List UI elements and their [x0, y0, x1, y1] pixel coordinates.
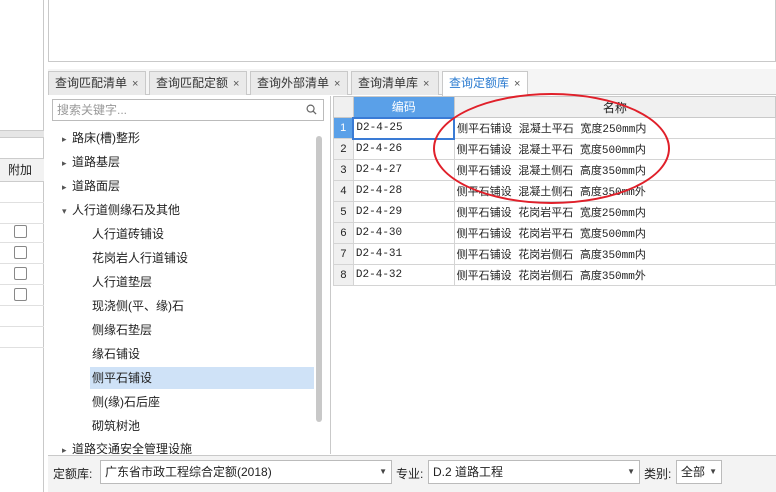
- close-icon[interactable]: ×: [132, 78, 138, 90]
- left-row: [0, 264, 44, 285]
- cell-name[interactable]: 侧平石铺设 混凝土平石 宽度500mm内: [453, 138, 776, 160]
- tree-leaf-curb-backing[interactable]: 侧(缘)石后座: [92, 391, 160, 413]
- left-row: [0, 306, 44, 327]
- cell-code[interactable]: D2-4-32: [352, 264, 455, 286]
- dropdown-caret-icon: ▼: [627, 467, 635, 476]
- left-row: [0, 285, 44, 306]
- major-select[interactable]: D.2 道路工程 ▼: [428, 460, 640, 484]
- tree-leaf-edging-laying[interactable]: 缘石铺设: [92, 343, 140, 365]
- column-header-code[interactable]: 编码: [352, 96, 455, 118]
- row-number: 8: [333, 264, 354, 286]
- column-header-addon: 附加: [0, 158, 44, 182]
- tree-scrollbar[interactable]: [316, 136, 322, 422]
- filter-footer: 定额库: 广东省市政工程综合定额(2018) ▼ 专业: D.2 道路工程 ▼ 类别…: [48, 455, 776, 492]
- tree-leaf-curb-flat-laying[interactable]: 侧平石铺设: [90, 367, 314, 389]
- cell-name[interactable]: 侧平石铺设 混凝土平石 宽度250mm内: [453, 117, 776, 139]
- tree-leaf-sidewalk-cushion[interactable]: 人行道垫层: [92, 271, 152, 293]
- major-label: 专业:: [396, 467, 424, 481]
- row-number: 1: [333, 117, 354, 139]
- cell-code[interactable]: D2-4-27: [352, 159, 455, 181]
- cell-code[interactable]: D2-4-30: [352, 222, 455, 244]
- close-icon[interactable]: ×: [514, 78, 520, 90]
- tree-node-traffic-safety[interactable]: ▸ 道路交通安全管理设施: [62, 439, 192, 454]
- tree-leaf-granite-sidewalk[interactable]: 花岗岩人行道铺设: [92, 247, 188, 269]
- left-row: [0, 222, 44, 243]
- table-row[interactable]: 5 D2-4-29 侧平石铺设 花岗岩平石 宽度250mm内: [333, 201, 776, 223]
- tree-leaf-cast-curb[interactable]: 现浇侧(平、缘)石: [92, 295, 184, 317]
- addon-checkbox[interactable]: [14, 267, 27, 280]
- tab-match-bill[interactable]: 查询匹配清单 ×: [48, 71, 146, 95]
- category-select[interactable]: 全部 ▼: [676, 460, 722, 484]
- tab-external-bill[interactable]: 查询外部清单 ×: [250, 71, 348, 95]
- table-row[interactable]: 6 D2-4-30 侧平石铺设 花岗岩平石 宽度500mm内: [333, 222, 776, 244]
- search-icon[interactable]: [306, 104, 317, 115]
- close-icon[interactable]: ×: [233, 78, 239, 90]
- quota-grid: 编码 名称 1 D2-4-25 侧平石铺设 混凝土平石 宽度250mm内 2 D2-4…: [333, 96, 776, 454]
- expand-arrow-icon[interactable]: ▸: [62, 128, 72, 150]
- close-icon[interactable]: ×: [423, 78, 429, 90]
- tree-node-subgrade-shaping[interactable]: ▸ 路床(槽)整形: [62, 127, 140, 149]
- row-number: 6: [333, 222, 354, 244]
- search-box: [52, 99, 324, 121]
- row-number: 7: [333, 243, 354, 265]
- row-number: 5: [333, 201, 354, 223]
- collapse-arrow-icon[interactable]: ▾: [62, 200, 72, 222]
- quota-tree-panel: ▸路床(槽)整形 ▸道路基层 ▸道路面层 ▾人行道侧缘石及其他 人行道砖铺设 花…: [48, 96, 331, 454]
- quota-table: 编码 名称 1 D2-4-25 侧平石铺设 混凝土平石 宽度250mm内 2 D2-4…: [333, 96, 776, 286]
- expand-arrow-icon[interactable]: ▸: [62, 440, 72, 454]
- cell-code[interactable]: D2-4-25: [352, 116, 456, 140]
- tab-match-quota[interactable]: 查询匹配定额 ×: [149, 71, 247, 95]
- cell-name[interactable]: 侧平石铺设 花岗岩侧石 高度350mm内: [453, 243, 776, 265]
- cell-code[interactable]: D2-4-28: [352, 180, 455, 202]
- cell-code[interactable]: D2-4-29: [352, 201, 455, 223]
- dropdown-caret-icon: ▼: [709, 467, 717, 476]
- column-header-name[interactable]: 名称: [453, 96, 776, 118]
- row-number: 4: [333, 180, 354, 202]
- table-row[interactable]: 1 D2-4-25 侧平石铺设 混凝土平石 宽度250mm内: [333, 116, 776, 140]
- tab-quota-library[interactable]: 查询定额库 ×: [442, 71, 528, 96]
- table-header-row: 编码 名称: [333, 96, 776, 118]
- tab-bill-library[interactable]: 查询清单库 ×: [351, 71, 439, 95]
- left-row: [0, 182, 44, 203]
- row-number-header: [333, 96, 354, 118]
- expand-arrow-icon[interactable]: ▸: [62, 152, 72, 174]
- tree-node-road-surface[interactable]: ▸ 道路面层: [62, 175, 120, 197]
- table-row[interactable]: 4 D2-4-28 侧平石铺设 混凝土侧石 高度350mm外: [333, 180, 776, 202]
- addon-checkbox[interactable]: [14, 288, 27, 301]
- left-row: [0, 327, 44, 348]
- left-panel-header-bar: [0, 130, 44, 138]
- row-number: 2: [333, 138, 354, 160]
- cell-name[interactable]: 侧平石铺设 花岗岩平石 宽度250mm内: [453, 201, 776, 223]
- tree-node-road-base[interactable]: ▸ 道路基层: [62, 151, 120, 173]
- addon-checkbox[interactable]: [14, 225, 27, 238]
- row-number: 3: [333, 159, 354, 181]
- left-row: [0, 243, 44, 264]
- dropdown-caret-icon: ▼: [379, 467, 387, 476]
- cell-name[interactable]: 侧平石铺设 混凝土侧石 高度350mm内: [453, 159, 776, 181]
- quota-library-label: 定额库:: [53, 467, 93, 481]
- search-input[interactable]: [53, 100, 293, 120]
- upper-pane: [48, 0, 776, 62]
- cell-name[interactable]: 侧平石铺设 花岗岩平石 宽度500mm内: [453, 222, 776, 244]
- addon-checkbox[interactable]: [14, 246, 27, 259]
- cell-code[interactable]: D2-4-26: [352, 138, 455, 160]
- tree-leaf-tree-pit[interactable]: 砌筑树池: [92, 415, 140, 437]
- left-row: [0, 203, 44, 224]
- table-row[interactable]: 3 D2-4-27 侧平石铺设 混凝土侧石 高度350mm内: [333, 159, 776, 181]
- query-tab-bar: 查询匹配清单 × 查询匹配定额 × 查询外部清单 × 查询清单库 × 查询定额库 ×: [48, 69, 776, 96]
- category-label: 类别:: [644, 467, 672, 481]
- tree-leaf-curb-cushion[interactable]: 侧缘石垫层: [92, 319, 152, 341]
- tree-leaf-paver-laying[interactable]: 人行道砖铺设: [92, 223, 164, 245]
- close-icon[interactable]: ×: [334, 78, 340, 90]
- table-row[interactable]: 2 D2-4-26 侧平石铺设 混凝土平石 宽度500mm内: [333, 138, 776, 160]
- table-row[interactable]: 8 D2-4-32 侧平石铺设 花岗岩侧石 高度350mm外: [333, 264, 776, 286]
- quota-library-select[interactable]: 广东省市政工程综合定额(2018) ▼: [100, 460, 392, 484]
- cell-name[interactable]: 侧平石铺设 混凝土侧石 高度350mm外: [453, 180, 776, 202]
- tree-node-sidewalk-curbs[interactable]: ▾ 人行道侧缘石及其他: [62, 199, 180, 221]
- cell-name[interactable]: 侧平石铺设 花岗岩侧石 高度350mm外: [453, 264, 776, 286]
- cell-code[interactable]: D2-4-31: [352, 243, 455, 265]
- table-row[interactable]: 7 D2-4-31 侧平石铺设 花岗岩侧石 高度350mm内: [333, 243, 776, 265]
- expand-arrow-icon[interactable]: ▸: [62, 176, 72, 198]
